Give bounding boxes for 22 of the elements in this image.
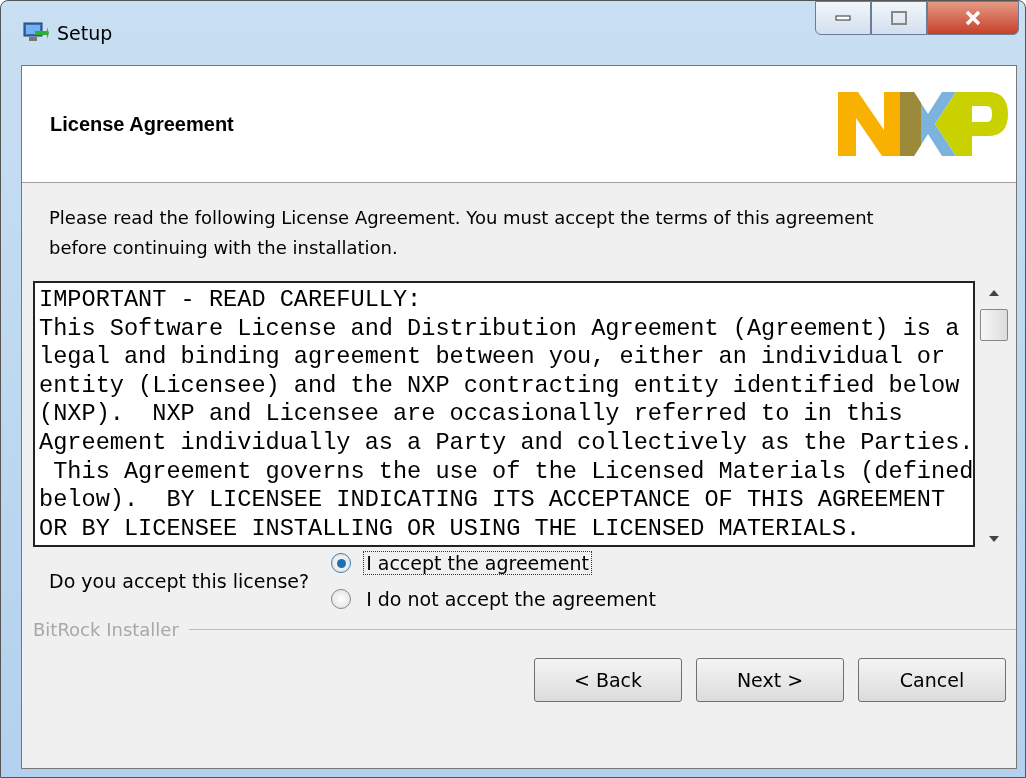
installer-label: BitRock Installer	[33, 619, 179, 640]
maximize-icon	[891, 11, 907, 25]
minimize-button[interactable]	[815, 1, 871, 35]
minimize-icon	[835, 15, 851, 21]
window-title: Setup	[57, 22, 113, 44]
dialog-button[interactable]: Next >	[696, 658, 844, 702]
scroll-up-icon	[988, 289, 1000, 297]
instruction-text: Please read the following License Agreement. You must accept the terms of this agreement before continuing with the installation.	[49, 206, 875, 260]
scroll-down-icon	[988, 535, 1000, 543]
dialog-button[interactable]: < Back	[534, 658, 682, 702]
scroll-thumb[interactable]	[980, 309, 1008, 341]
option-label[interactable]: I do not accept the agreement	[363, 587, 659, 611]
radio-button[interactable]	[331, 553, 352, 573]
license-text: IMPORTANT - READ CAREFULLY: This Software License and Distribution Agreement (Agreement) is a legal and binding agreement between you, either an individual or entity (Licensee) and the NXP contracting entity identified below (NXP). NXP and Licensee are occasionally referred to in this Agreement individually as a Party and collectively as the Parties. This Agreement governs the use of the Licensed Materials (defined below). BY LICENSEE INDICATING ITS ACCEPTANCE OF THIS AGREEMENT OR BY LICENSEE INSTALLING OR USING THE LICENSED MATERIALS.	[33, 281, 975, 547]
option-label[interactable]: I accept the agreement	[363, 551, 592, 575]
page-title: License Agreement	[50, 112, 234, 136]
close-button[interactable]	[927, 1, 1019, 35]
close-icon	[964, 10, 982, 26]
dialog-button[interactable]: Cancel	[858, 658, 1006, 702]
maximize-button[interactable]	[871, 1, 927, 35]
question-label: Do you accept this license?	[49, 570, 310, 592]
radio-button[interactable]	[331, 589, 352, 609]
